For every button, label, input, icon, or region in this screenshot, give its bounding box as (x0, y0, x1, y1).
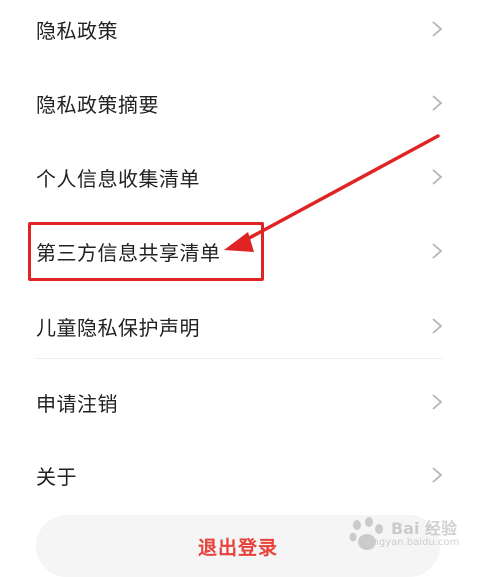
chevron-right-icon (432, 243, 443, 259)
menu-item-about[interactable]: 关于 (0, 438, 479, 512)
menu-item-child-privacy[interactable]: 儿童隐私保护声明 (0, 289, 479, 363)
logout-label: 退出登录 (197, 537, 278, 559)
chevron-right-icon (432, 394, 443, 410)
menu-item-personal-info-list[interactable]: 个人信息收集清单 (0, 140, 479, 214)
menu-item-deactivate[interactable]: 申请注销 (0, 365, 479, 439)
menu-item-label: 关于 (36, 464, 77, 489)
baidu-jingyan-watermark: Bai 经验 jingyan.baidu.com (345, 515, 465, 557)
highlight-box (28, 222, 264, 281)
menu-item-label: 申请注销 (36, 391, 118, 416)
chevron-right-icon (432, 21, 443, 37)
menu-item-label: 个人信息收集清单 (36, 166, 200, 191)
menu-item-privacy-summary[interactable]: 隐私政策摘要 (0, 66, 479, 140)
chevron-right-icon (432, 169, 443, 185)
chevron-right-icon (432, 95, 443, 111)
paw-logo-icon (349, 517, 383, 550)
menu-item-label: 隐私政策 (36, 18, 118, 43)
section-divider (36, 358, 443, 359)
menu-item-label: 隐私政策摘要 (36, 92, 159, 117)
menu-item-label: 儿童隐私保护声明 (36, 315, 200, 340)
watermark-brand: Bai 经验 (391, 519, 458, 538)
menu-item-privacy-policy[interactable]: 隐私政策 (0, 0, 479, 66)
watermark-url: jingyan.baidu.com (367, 537, 460, 548)
chevron-right-icon (432, 318, 443, 334)
chevron-right-icon (432, 467, 443, 483)
